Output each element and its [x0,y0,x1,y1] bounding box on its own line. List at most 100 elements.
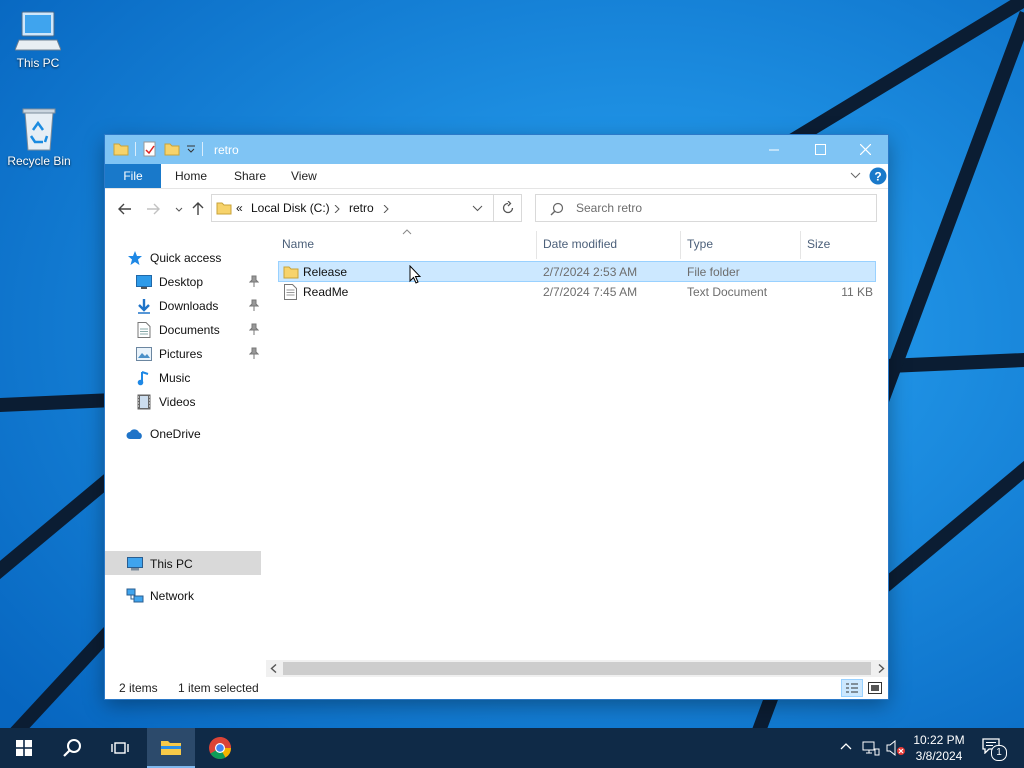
column-header-name[interactable]: Name [282,237,314,251]
recent-locations-chevron-icon[interactable] [171,201,187,217]
breadcrumb-separator-icon[interactable] [383,205,389,213]
breadcrumb-separator-icon[interactable] [334,205,340,213]
breadcrumb-local-disk[interactable]: Local Disk (C:) [251,201,330,215]
nav-item-label: This PC [150,557,193,571]
properties-icon[interactable] [142,141,158,157]
nav-item-onedrive[interactable]: OneDrive [126,423,201,445]
file-date-modified: 2/7/2024 7:45 AM [543,285,638,299]
scroll-left-icon[interactable] [270,664,278,673]
address-bar[interactable]: « Local Disk (C:) retro [211,194,494,222]
pin-icon[interactable] [249,275,259,287]
ribbon-tabs: File Home Share View ? [105,164,888,189]
desktop-folder-icon [136,275,152,289]
clock-date: 3/8/2024 [915,749,963,763]
large-icons-view-button[interactable] [865,679,885,697]
desktop-icon-this-pc[interactable]: This PC [0,10,76,70]
column-header-size[interactable]: Size [807,237,830,251]
desktop-icon-recycle-bin[interactable]: Recycle Bin [1,106,77,168]
breadcrumb-retro[interactable]: retro [349,201,374,215]
notification-count-badge: 1 [991,745,1007,761]
show-hidden-icons-chevron-icon[interactable] [840,742,852,750]
film-strip-icon [137,394,151,410]
pin-icon[interactable] [249,323,259,335]
file-explorer-window: retro File Home Share View ? « Local Dis… [105,135,888,699]
maximize-button[interactable] [797,135,843,164]
column-header-type[interactable]: Type [687,237,713,251]
customize-toolbar-chevron-icon[interactable] [186,144,196,154]
address-history-chevron-icon[interactable] [472,205,483,213]
folder-icon [283,266,299,279]
file-date-modified: 2/7/2024 2:53 AM [543,265,638,279]
file-type: Text Document [687,285,768,299]
scroll-right-icon[interactable] [877,664,885,673]
search-input[interactable]: Search retro [535,194,877,222]
system-clock[interactable]: 10:22 PM 3/8/2024 [906,732,972,764]
nav-item-downloads[interactable]: Downloads [135,295,265,317]
help-icon[interactable]: ? [869,167,887,185]
task-view-button[interactable] [96,728,144,768]
action-center-button[interactable]: 1 [978,736,1008,762]
horizontal-scrollbar[interactable] [266,660,888,677]
nav-item-this-pc[interactable]: This PC [126,553,193,575]
task-view-icon [111,742,129,754]
tab-share[interactable]: Share [234,164,266,188]
nav-item-videos[interactable]: Videos [135,391,195,413]
quick-access-toolbar [113,141,203,157]
close-button[interactable] [842,135,888,164]
network-status-icon[interactable] [862,740,880,756]
column-header-date-modified[interactable]: Date modified [543,237,617,251]
svg-text:?: ? [874,170,881,184]
scrollbar-thumb[interactable] [283,662,871,675]
forward-arrow-icon[interactable] [145,201,161,217]
pin-icon[interactable] [249,299,259,311]
mouse-cursor-icon [409,265,421,284]
large-icons-view-icon [868,682,882,694]
text-document-icon [284,284,297,300]
file-list: Name Date modified Type Size Release 2/7… [266,229,880,661]
navigation-bar: « Local Disk (C:) retro Search retro [105,193,888,225]
nav-item-quick-access[interactable]: Quick access [126,247,221,269]
refresh-icon [502,201,513,214]
pin-icon[interactable] [249,347,259,359]
new-folder-icon[interactable] [164,141,180,157]
breadcrumb-overflow[interactable]: « [236,201,243,215]
up-arrow-icon[interactable] [190,201,206,217]
status-item-count: 2 items [119,681,158,695]
nav-item-label: Quick access [150,251,222,265]
back-arrow-icon[interactable] [117,201,133,217]
volume-muted-icon[interactable] [886,740,906,756]
taskbar-search-button[interactable] [48,728,96,768]
nav-item-label: Downloads [159,299,219,313]
pictures-icon [136,347,152,361]
nav-item-label: Network [150,589,195,603]
start-button[interactable] [0,728,48,768]
nav-item-desktop[interactable]: Desktop [135,271,265,293]
tab-view[interactable]: View [291,164,317,188]
table-row[interactable]: Release 2/7/2024 2:53 AM File folder [278,261,876,282]
tab-file[interactable]: File [105,164,161,188]
refresh-button[interactable] [494,194,522,222]
file-name: ReadMe [303,285,349,299]
maximize-icon [814,144,826,155]
column-divider[interactable] [536,231,537,259]
details-view-button[interactable] [841,679,863,697]
expand-ribbon-chevron-icon[interactable] [850,172,861,180]
desktop-icon-label: Recycle Bin [7,154,71,168]
column-divider[interactable] [680,231,681,259]
file-type: File folder [687,265,740,279]
minimize-button[interactable] [751,135,797,164]
column-divider[interactable] [800,231,801,259]
nav-item-music[interactable]: Music [135,367,190,389]
nav-item-network[interactable]: Network [126,585,194,607]
windows-logo-icon [16,740,32,756]
title-bar[interactable]: retro [105,135,888,164]
taskbar-chrome[interactable] [196,728,244,768]
network-icon [126,588,144,603]
nav-item-pictures[interactable]: Pictures [135,343,265,365]
file-explorer-icon [161,741,181,755]
nav-item-documents[interactable]: Documents [135,319,265,341]
table-row[interactable]: ReadMe 2/7/2024 7:45 AM Text Document 11… [278,282,876,303]
taskbar-file-explorer[interactable] [147,728,195,768]
tab-home[interactable]: Home [175,164,207,188]
window-title: retro [214,143,239,157]
